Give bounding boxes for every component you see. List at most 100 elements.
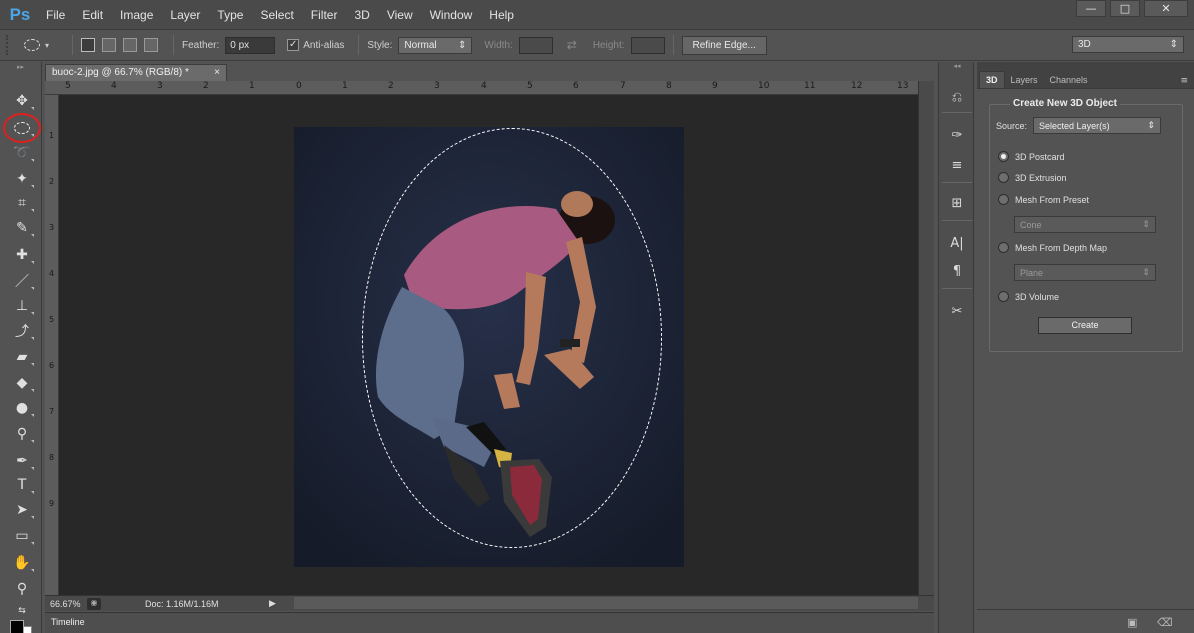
window-controls: — □ ✕ — [1076, 0, 1188, 17]
height-input[interactable] — [630, 36, 665, 54]
tools-panel-collapse-icon[interactable]: ▸▸ — [0, 62, 41, 72]
option-mesh-from-depth-map[interactable]: Mesh From Depth Map — [998, 242, 1107, 253]
elliptical-selection-marquee[interactable] — [362, 128, 662, 548]
radio-mesh-from-depth-map[interactable] — [998, 242, 1009, 253]
close-tab-icon[interactable]: × — [214, 67, 220, 79]
history-brush-tool-icon[interactable]: ⤴ — [8, 320, 36, 342]
refine-edge-button[interactable]: Refine Edge... — [681, 35, 767, 55]
timeline-panel[interactable]: Timeline — [45, 612, 934, 633]
source-label: Source: — [996, 120, 1028, 131]
swap-icon[interactable]: ⇄ — [567, 38, 577, 52]
radio-3d-volume[interactable] — [998, 291, 1009, 302]
foreground-color-swatch[interactable] — [10, 620, 24, 633]
radio-3d-extrusion[interactable] — [998, 172, 1009, 183]
depth-map-select[interactable]: Plane ⇕ — [1014, 264, 1156, 281]
history-panel-icon[interactable]: ⎌ — [945, 86, 969, 108]
menu-view[interactable]: View — [387, 8, 413, 22]
default-colors-icon[interactable]: ⇆ — [8, 600, 36, 622]
blur-tool-icon[interactable]: ● — [8, 397, 36, 419]
clone-stamp-tool-icon[interactable]: ⊥ — [8, 295, 36, 317]
workspace-value: 3D — [1078, 39, 1091, 50]
tab-3d[interactable]: 3D — [979, 71, 1005, 88]
minimize-button[interactable]: — — [1076, 0, 1106, 17]
subtract-from-selection-button[interactable] — [123, 38, 137, 52]
tool-presets-icon[interactable]: ✂ — [945, 300, 969, 322]
status-zoom[interactable]: 66.67% — [45, 599, 87, 609]
depth-map-row: Plane ⇕ — [1014, 264, 1156, 281]
style-select[interactable]: Normal ⇕ — [398, 36, 473, 54]
tab-channels[interactable]: Channels — [1044, 72, 1094, 88]
tool-preset-picker[interactable]: ▾ — [24, 35, 64, 55]
option-3d-extrusion[interactable]: 3D Extrusion — [998, 172, 1067, 183]
new-selection-button[interactable] — [81, 38, 95, 52]
add-to-selection-button[interactable] — [102, 38, 116, 52]
zoom-tool-icon[interactable]: ⚲ — [8, 578, 36, 600]
menu-help[interactable]: Help — [489, 8, 514, 22]
menu-file[interactable]: File — [46, 8, 65, 22]
eraser-tool-icon[interactable]: ▰ — [8, 346, 36, 368]
ruler-label: 1 — [342, 81, 348, 91]
preset-select[interactable]: Cone ⇕ — [1014, 216, 1156, 233]
ruler-label: 10 — [758, 81, 770, 91]
spot-healing-brush-tool-icon[interactable]: ✚ — [8, 244, 36, 266]
workspace-select[interactable]: 3D ⇕ — [1072, 36, 1184, 53]
eyedropper-tool-icon[interactable]: ✎ — [8, 217, 36, 239]
width-input[interactable] — [518, 36, 553, 54]
move-tool-icon[interactable]: ✥ — [8, 90, 36, 112]
ruler-label: 4 — [111, 81, 117, 91]
type-tool-icon[interactable]: T — [8, 474, 36, 496]
path-selection-tool-icon[interactable]: ➤ — [8, 499, 36, 521]
brush-tool-icon[interactable]: ／ — [8, 270, 36, 292]
vertical-scrollbar[interactable] — [918, 81, 934, 595]
close-button[interactable]: ✕ — [1144, 0, 1188, 17]
option-mesh-from-preset[interactable]: Mesh From Preset — [998, 194, 1089, 205]
paint-bucket-tool-icon[interactable]: ◆ — [8, 372, 36, 394]
maximize-button[interactable]: □ — [1110, 0, 1140, 17]
option-3d-volume[interactable]: 3D Volume — [998, 291, 1059, 302]
antialias-checkbox[interactable]: ✓ — [287, 39, 300, 51]
intersect-selection-button[interactable] — [144, 38, 158, 52]
brush-presets-icon[interactable]: ✑ — [945, 124, 969, 146]
ruler-label: 9 — [49, 499, 55, 508]
options-bar-grip[interactable] — [6, 35, 12, 55]
create-button[interactable]: Create — [1038, 317, 1132, 334]
radio-3d-postcard[interactable] — [998, 151, 1009, 162]
lasso-tool-icon[interactable]: ➰ — [8, 142, 36, 164]
pen-tool-icon[interactable]: ✒ — [8, 450, 36, 472]
quick-selection-tool-icon[interactable]: ✦ — [8, 168, 36, 190]
divider — [942, 182, 972, 183]
option-3d-postcard[interactable]: 3D Postcard — [998, 151, 1065, 162]
horizontal-ruler[interactable]: 5 4 3 2 1 0 1 2 3 4 5 6 7 8 9 10 11 12 1… — [45, 81, 920, 95]
adjustments-icon[interactable]: ≡ — [945, 154, 969, 176]
feather-input[interactable]: 0 px — [225, 36, 276, 54]
horizontal-scrollbar[interactable] — [294, 597, 918, 609]
menu-filter[interactable]: Filter — [311, 8, 338, 22]
document-tab[interactable]: buoc-2.jpg @ 66.7% (RGB/8) * × — [45, 64, 227, 81]
new-item-icon[interactable]: ▣ — [1127, 616, 1139, 629]
trash-icon[interactable]: ⌫ — [1157, 616, 1173, 629]
clone-source-icon[interactable]: ⊞ — [945, 192, 969, 214]
collapse-strip-icon[interactable]: ◂◂ — [939, 62, 975, 72]
menu-3d[interactable]: 3D — [354, 8, 369, 22]
paragraph-panel-icon[interactable]: ¶ — [945, 260, 969, 282]
info-icon[interactable]: ◉ — [87, 597, 101, 610]
dodge-tool-icon[interactable]: ⚲ — [8, 423, 36, 445]
rectangle-tool-icon[interactable]: ▭ — [8, 525, 36, 547]
menu-edit[interactable]: Edit — [82, 8, 103, 22]
menu-image[interactable]: Image — [120, 8, 153, 22]
radio-mesh-from-preset[interactable] — [998, 194, 1009, 205]
vertical-ruler[interactable]: 1 2 3 4 5 6 7 8 9 — [45, 95, 59, 595]
menu-layer[interactable]: Layer — [170, 8, 200, 22]
menu-window[interactable]: Window — [430, 8, 473, 22]
status-menu-arrow-icon[interactable]: ▶ — [269, 598, 279, 610]
hand-tool-icon[interactable]: ✋ — [8, 552, 36, 574]
source-select[interactable]: Selected Layer(s) ⇕ — [1033, 117, 1162, 134]
menu-select[interactable]: Select — [260, 8, 293, 22]
menu-type[interactable]: Type — [217, 8, 243, 22]
crop-tool-icon[interactable]: ⌗ — [8, 192, 36, 214]
divider — [672, 35, 674, 55]
panel-menu-icon[interactable]: ≡ — [1180, 76, 1188, 86]
options-bar: ▾ Feather: 0 px ✓ Anti-alias Style: Norm… — [0, 30, 1194, 61]
tab-layers[interactable]: Layers — [1005, 72, 1044, 88]
character-panel-icon[interactable]: A| — [945, 232, 969, 254]
